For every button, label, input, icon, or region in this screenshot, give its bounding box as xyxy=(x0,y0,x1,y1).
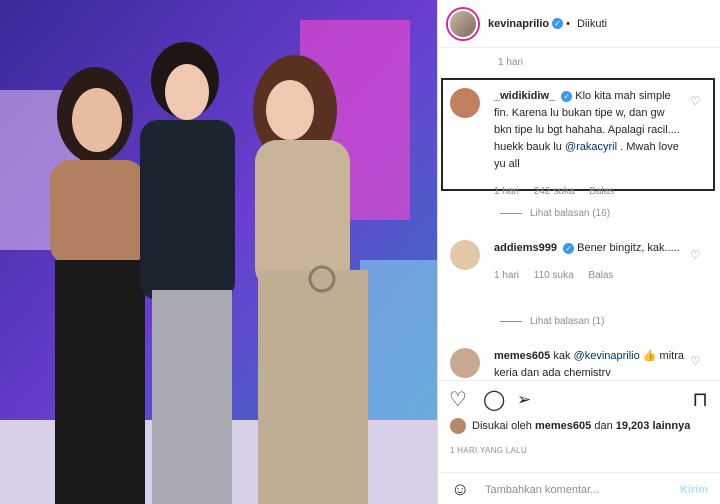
comment-item: memes605 kak @kevinaprilio 👍 mitra keria… xyxy=(450,348,684,382)
comment-item: addiems999 ✓ Bener bingitz, kak..... 1 h… xyxy=(450,240,684,284)
verified-icon: ✓ xyxy=(552,18,564,29)
heart-icon[interactable]: ♡ xyxy=(690,354,701,368)
post-date: 1 HARI YANG LALU xyxy=(450,446,527,455)
comment-likes[interactable]: 110 suka xyxy=(534,270,574,281)
verified-icon: ✓ xyxy=(561,91,573,102)
share-icon[interactable]: ➢ xyxy=(517,389,531,411)
heart-icon[interactable]: ♡ xyxy=(690,248,701,262)
post-time: 1 hari xyxy=(498,57,524,68)
follow-status[interactable]: Diikuti xyxy=(577,18,607,30)
mention-link[interactable]: @kevinaprilio xyxy=(574,350,640,362)
liked-by-user[interactable]: memes605 xyxy=(535,420,591,432)
view-replies[interactable]: Lihat balasan (1) xyxy=(500,316,605,327)
send-button[interactable]: Kirim xyxy=(680,484,708,496)
liked-by-prefix: Disukai oleh xyxy=(472,420,532,432)
view-replies-label[interactable]: Lihat balasan (1) xyxy=(530,316,605,327)
avatar[interactable] xyxy=(448,8,478,39)
comment-time: 1 hari xyxy=(494,186,520,197)
avatar[interactable] xyxy=(450,240,480,270)
reply-button[interactable]: Balas xyxy=(589,186,614,197)
reply-button[interactable]: Balas xyxy=(588,270,613,281)
add-comment-bar: ☺ Tambahkan komentar... Kirim xyxy=(437,472,720,504)
liked-by: Disukai oleh memes605 dan 19,203 lainnya xyxy=(450,418,690,434)
comment-text: Bener bingitz, kak..... xyxy=(577,242,680,254)
liked-by-conj: dan xyxy=(594,420,613,432)
view-replies[interactable]: Lihat balasan (16) xyxy=(500,208,610,219)
comment-username[interactable]: addiems999 xyxy=(494,242,557,254)
mention-link[interactable]: @rakacyril xyxy=(565,141,617,153)
smile-icon[interactable]: ☺ xyxy=(451,479,469,500)
comment-item: _widikidiw_ ✓ Klo kita mah simple fin. K… xyxy=(450,88,684,200)
comment-likes[interactable]: 242 suka xyxy=(534,186,575,197)
post-username[interactable]: kevinaprilio xyxy=(488,18,549,30)
comment-icon[interactable]: ◯ xyxy=(483,389,505,411)
verified-icon: ✓ xyxy=(563,243,575,254)
comment-username[interactable]: _widikidiw_ xyxy=(494,90,555,102)
post-photo[interactable] xyxy=(0,0,437,504)
action-bar: ♡ ◯ ➢ ⊓ xyxy=(437,380,720,420)
view-replies-label[interactable]: Lihat balasan (16) xyxy=(530,208,610,219)
heart-icon[interactable]: ♡ xyxy=(449,389,467,411)
comment-username[interactable]: memes605 xyxy=(494,350,550,362)
separator-dot: • xyxy=(566,17,570,30)
comment-input[interactable]: Tambahkan komentar... xyxy=(485,484,599,496)
heart-icon[interactable]: ♡ xyxy=(690,94,701,108)
bookmark-icon[interactable]: ⊓ xyxy=(692,389,708,411)
comment-time: 1 hari xyxy=(494,270,520,281)
comment-text: kak xyxy=(553,350,574,362)
avatar[interactable] xyxy=(450,418,466,434)
likes-count[interactable]: 19,203 lainnya xyxy=(616,420,691,432)
post-header: kevinaprilio ✓ • Diikuti xyxy=(438,0,720,48)
avatar[interactable] xyxy=(450,348,480,378)
avatar[interactable] xyxy=(450,88,480,118)
